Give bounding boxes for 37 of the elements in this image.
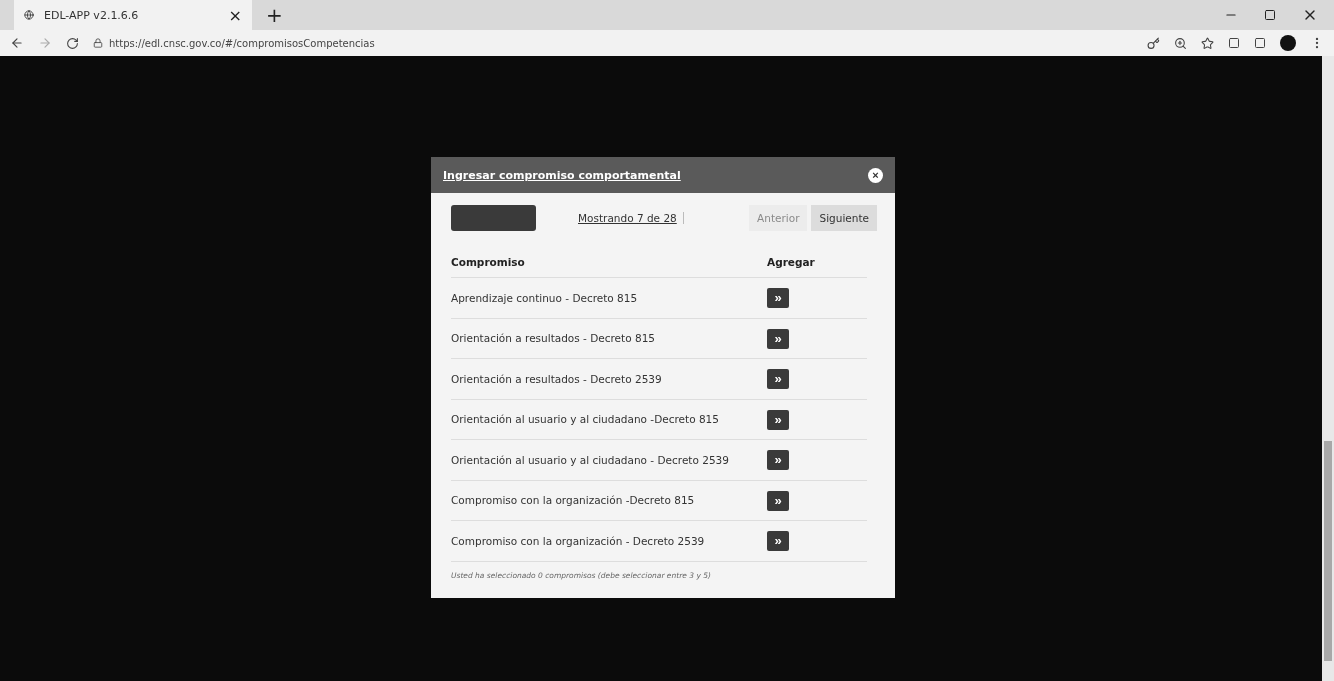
new-tab-button[interactable]: + (266, 3, 283, 27)
address-field[interactable]: https://edl.cnsc.gov.co/#/compromisosCompetencias (109, 37, 375, 49)
add-button[interactable]: » (767, 409, 789, 430)
add-button[interactable]: » (767, 531, 789, 552)
reload-icon[interactable] (66, 36, 79, 50)
table-cell-text: Compromiso con la organización -Decreto 815 (451, 494, 696, 507)
extension-icon[interactable] (1228, 37, 1240, 49)
bookmark-star-icon[interactable] (1201, 36, 1214, 50)
column-header: Compromiso (451, 256, 526, 268)
page-indicator: Mostrando 7 de 28 (578, 212, 684, 224)
extension-icon[interactable] (1254, 37, 1266, 49)
column-header: Agregar (767, 256, 816, 268)
table-cell-text: Compromiso con la organización - Decreto 2539 (451, 534, 706, 547)
table-cell-text: Aprendizaje continuo - Decreto 815 (451, 291, 639, 304)
table-cell-text: Orientación al usuario y al ciudadano - Decreto 2539 (451, 453, 730, 466)
add-button[interactable]: » (767, 490, 789, 511)
globe-icon (24, 10, 34, 20)
zoom-icon[interactable] (1174, 36, 1187, 50)
add-button[interactable]: » (767, 328, 789, 349)
table-cell-text: Orientación a resultados - Decreto 2539 (451, 372, 663, 385)
back-icon[interactable] (10, 36, 24, 50)
add-button[interactable]: » (767, 288, 789, 309)
add-button[interactable]: » (767, 450, 789, 471)
key-icon[interactable] (1147, 36, 1160, 50)
lock-icon (93, 38, 103, 48)
table-cell-text: Orientación al usuario y al ciudadano -Decreto 815 (451, 413, 720, 426)
browser-tab[interactable]: EDL-APP v2.1.6.6 × (14, 0, 252, 30)
tab-title: EDL-APP v2.1.6.6 (44, 8, 140, 22)
add-button[interactable]: » (767, 369, 789, 390)
close-button[interactable]: × (868, 167, 883, 183)
tab-close-button[interactable]: × (228, 5, 242, 25)
profile-avatar[interactable] (1280, 35, 1296, 51)
next-button[interactable]: Siguiente (811, 205, 877, 231)
table-cell-text: Orientación a resultados - Decreto 815 (451, 332, 656, 345)
maximize-icon[interactable] (1264, 9, 1276, 21)
scrollbar[interactable] (1322, 56, 1334, 681)
dialog-title: Ingresar compromiso comportamental (443, 168, 681, 182)
